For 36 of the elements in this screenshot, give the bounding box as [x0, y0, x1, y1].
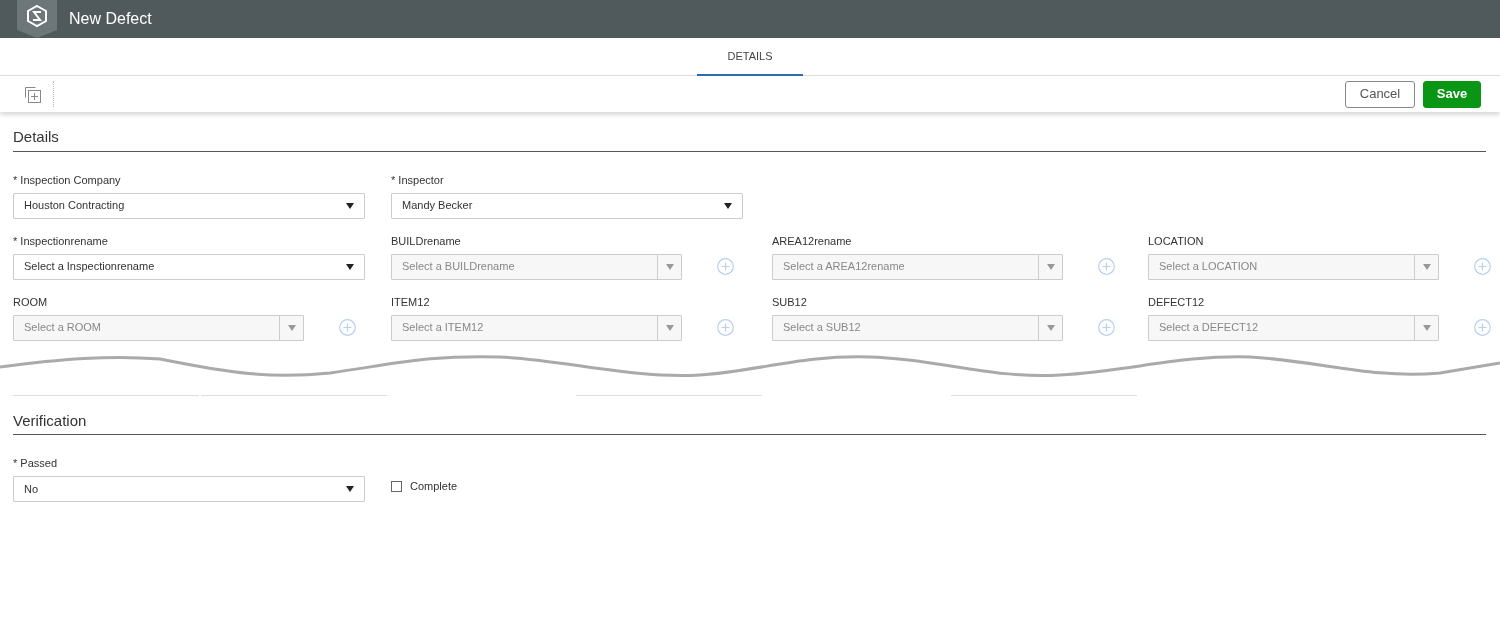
field-label: * Inspection Company	[13, 173, 122, 187]
tab[interactable]: DETAILS	[697, 38, 803, 76]
copy-add-icon[interactable]	[24, 85, 41, 103]
caret-icon	[1422, 263, 1431, 270]
caret-icon	[346, 202, 354, 209]
caret-icon	[665, 263, 674, 270]
field-label: * Inspectionrename	[13, 234, 109, 248]
caret-icon	[724, 202, 732, 209]
caret-icon	[346, 486, 354, 492]
section-heading: Details	[13, 126, 1486, 152]
field-label: ROOM	[13, 295, 49, 309]
field-label: AREA12rename	[772, 234, 853, 248]
field-label: * Inspector	[391, 173, 445, 187]
select-field[interactable]: Houston Contracting	[13, 192, 365, 219]
caret-icon	[665, 324, 674, 331]
select-field[interactable]: Mandy Becker	[391, 192, 743, 219]
field-label: LOCATION	[1148, 234, 1205, 248]
select-field[interactable]: No	[13, 476, 365, 502]
caret-icon	[287, 324, 296, 331]
field-label: DEFECT12	[1148, 295, 1206, 309]
field-label: BUILDrename	[391, 234, 462, 248]
field-label: ITEM12	[391, 295, 431, 309]
caret-icon	[346, 263, 354, 270]
select-field[interactable]: Select a Inspectionrename	[13, 253, 365, 280]
field-label: SUB12	[772, 295, 808, 309]
logo-icon	[17, 0, 57, 38]
section-heading: Verification	[13, 409, 1486, 435]
caret-icon	[1046, 324, 1055, 331]
field-label: * Passed	[13, 457, 59, 470]
checkbox-label: Complete	[410, 478, 458, 494]
caret-icon	[1422, 324, 1431, 331]
cancel-button[interactable]: Cancel	[1345, 80, 1415, 108]
save-button[interactable]: Save	[1423, 80, 1481, 108]
caret-icon	[1046, 263, 1055, 270]
window-title: New Defect	[69, 9, 152, 29]
checkbox[interactable]	[391, 480, 402, 492]
